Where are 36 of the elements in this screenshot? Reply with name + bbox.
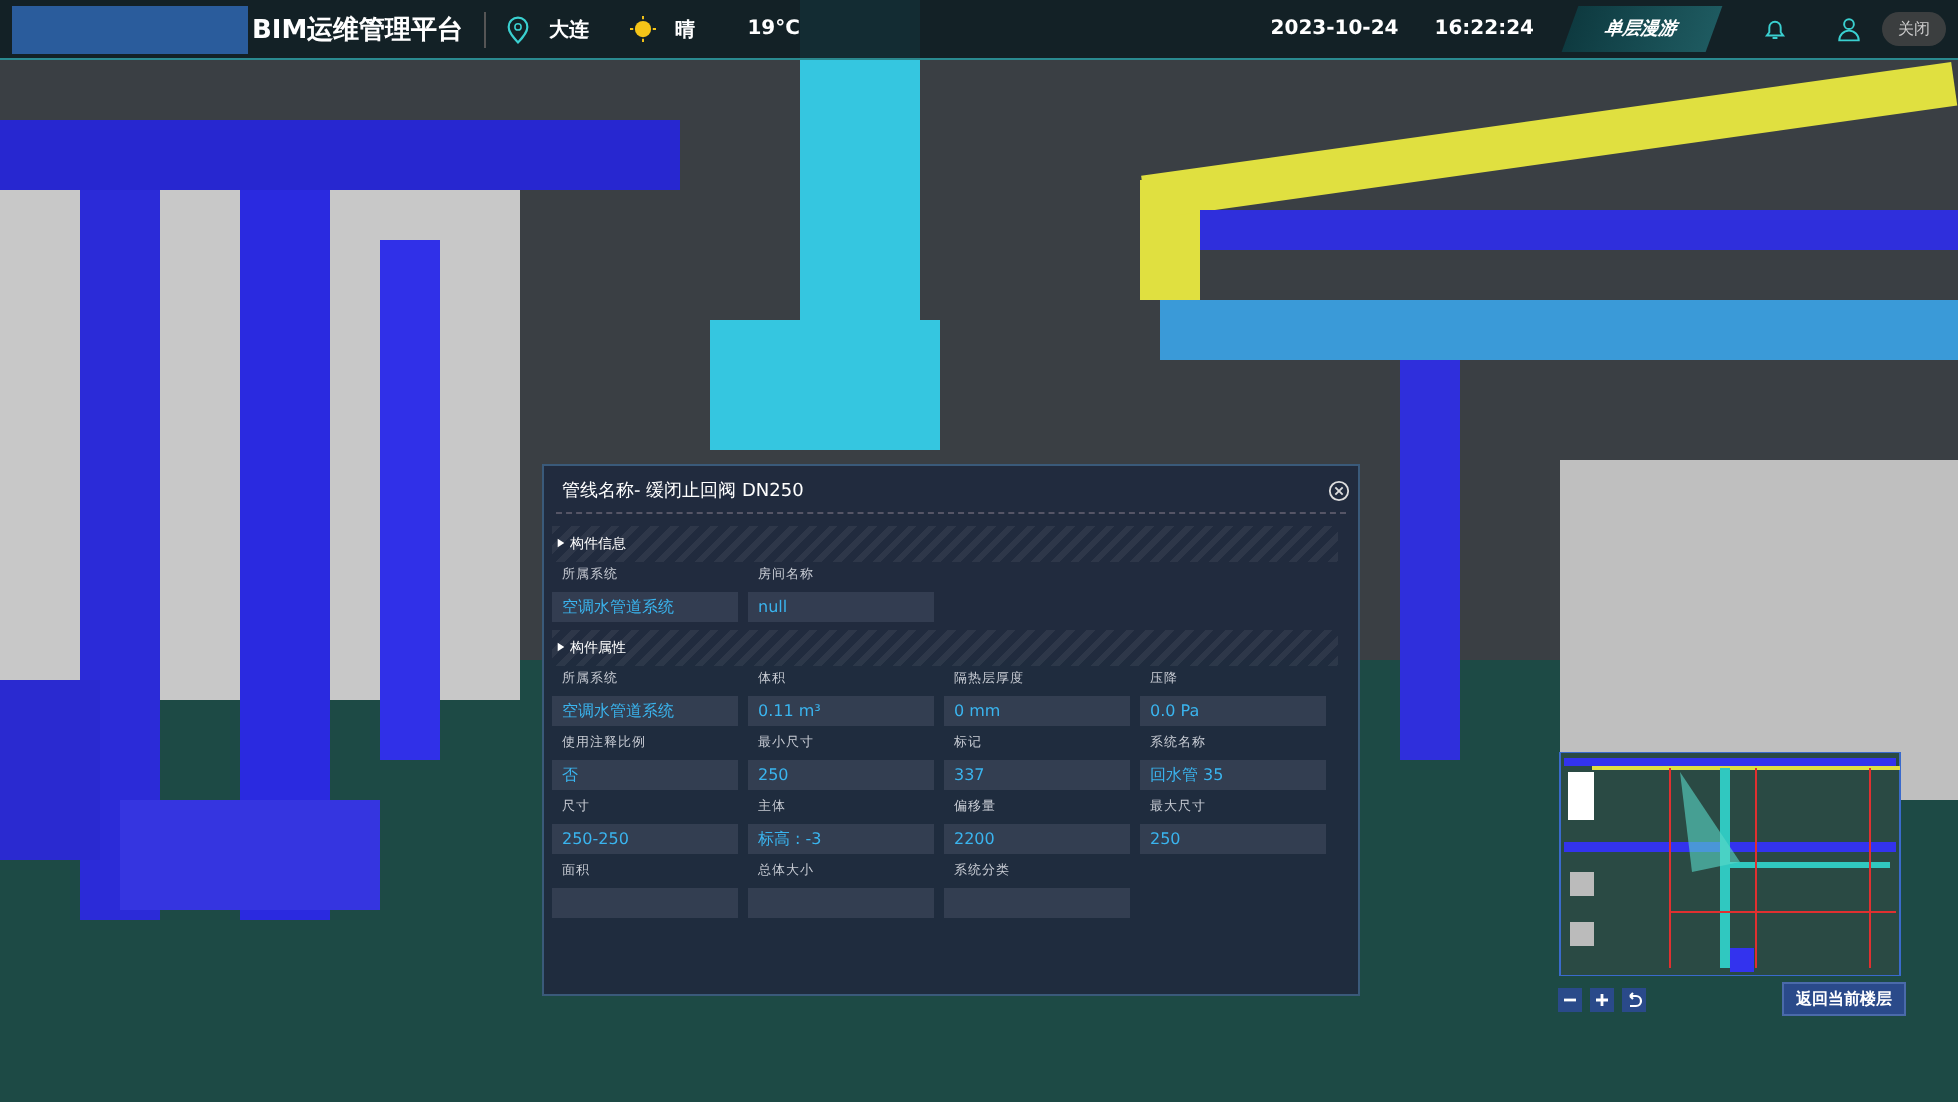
caret-icon: [556, 642, 566, 652]
field-value: 250: [748, 760, 934, 790]
field-value: 337: [944, 760, 1130, 790]
reset-button[interactable]: [1622, 987, 1646, 1011]
plus-icon: [1592, 989, 1612, 1009]
app-title: BIM运维管理平台: [252, 13, 464, 47]
location-pin-icon: [505, 15, 530, 43]
undo-icon: [1624, 989, 1644, 1009]
field-value: 0.0 Pa: [1140, 696, 1326, 726]
caret-icon: [556, 538, 566, 548]
temperature-label: 19°C: [747, 18, 800, 40]
field-value: 否: [552, 760, 738, 790]
date-label: 2023-10-24: [1270, 18, 1399, 40]
field-value: 空调水管道系统: [552, 592, 738, 622]
field-value: 250-250: [552, 824, 738, 854]
return-floor-button[interactable]: 返回当前楼层: [1782, 982, 1906, 1016]
user-icon[interactable]: [1836, 16, 1862, 42]
close-button[interactable]: 关闭: [1882, 12, 1946, 46]
zoom-out-button[interactable]: [1558, 987, 1582, 1011]
zoom-in-button[interactable]: [1590, 987, 1614, 1011]
field-value: 0 mm: [944, 696, 1130, 726]
bell-icon[interactable]: [1762, 16, 1788, 42]
weather-label: 晴: [675, 17, 696, 43]
mode-button[interactable]: 单层漫游: [1561, 6, 1723, 52]
sun-icon: [629, 16, 656, 42]
close-icon[interactable]: [1328, 480, 1350, 502]
field-value: 回水管 35: [1140, 760, 1326, 790]
panel-title: 管线名称- 缓闭止回阀 DN250: [562, 479, 804, 504]
field-value: 2200: [944, 824, 1130, 854]
field-value: 0.11 m³: [748, 696, 934, 726]
field-value: null: [748, 592, 934, 622]
field-value: 空调水管道系统: [552, 696, 738, 726]
city-label: 大连: [549, 17, 590, 43]
field-value: 250: [1140, 824, 1326, 854]
field-value: 标高 : -3: [748, 824, 934, 854]
time-label: 16:22:24: [1434, 18, 1534, 40]
